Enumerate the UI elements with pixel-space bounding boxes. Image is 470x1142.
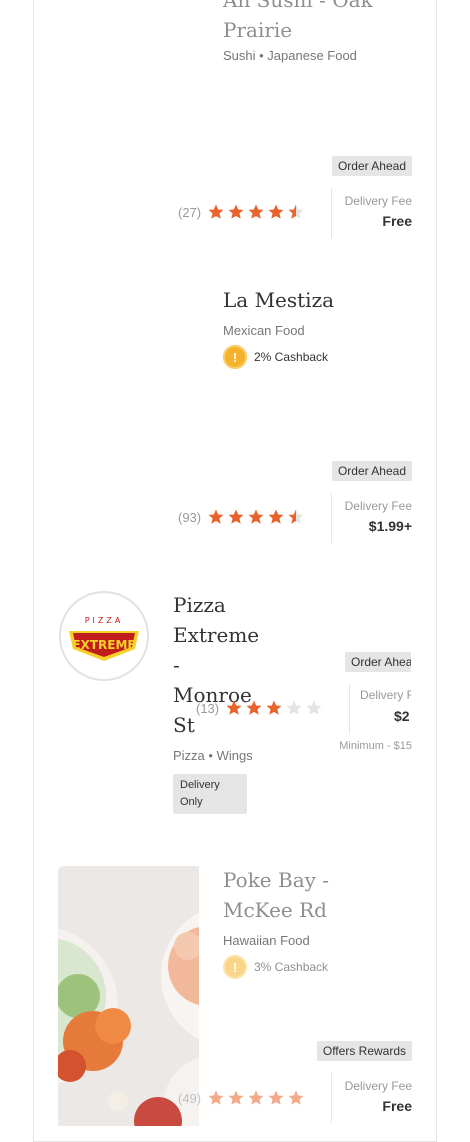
star-icon: [227, 1089, 245, 1107]
restaurant-name[interactable]: Pizza Extreme - Monroe St: [173, 590, 259, 740]
rating-stars: [207, 203, 305, 221]
delivery-fee-value: $1.99+: [368, 518, 412, 534]
restaurant-category: Hawaiian Food: [223, 933, 310, 948]
divider: [331, 188, 332, 238]
restaurant-card[interactable]: Poke Bay - McKee Rd Hawaiian Food ! 3% C…: [33, 841, 437, 1142]
star-icon: [247, 1089, 265, 1107]
star-icon: [267, 203, 285, 221]
delivery-fee-value: Free: [382, 213, 412, 229]
order-ahead-tag: Order Ahead: [331, 461, 412, 481]
star-icon: [245, 699, 263, 717]
minimum-order: Minimum - $15: [339, 740, 412, 752]
rating-count: (27): [178, 205, 202, 220]
star-icon: [227, 508, 245, 526]
rating-count: (49): [178, 1091, 202, 1106]
delivery-fee-label: Delivery Fee: [344, 499, 412, 513]
star-icon: [227, 203, 245, 221]
delivery-only-badge: Delivery Only: [173, 774, 247, 814]
order-ahead-tag: Order Ahead: [345, 652, 411, 672]
svg-text:EXTREME: EXTREME: [72, 638, 135, 652]
star-icon: [207, 203, 225, 221]
rating-stars: [207, 1089, 305, 1107]
cashback: ! 2% Cashback: [223, 345, 328, 369]
star-icon: [287, 508, 305, 526]
star-icon: [247, 508, 265, 526]
rating-stars: [225, 699, 323, 717]
restaurant-photo: [58, 866, 199, 1126]
pizza-extreme-logo-icon: PIZZA EXTREME: [64, 596, 144, 676]
cashback-coin-icon: !: [223, 955, 247, 979]
star-icon: [247, 203, 265, 221]
offers-rewards-tag: Offers Rewards: [316, 1041, 412, 1061]
delivery-fee-value: $2: [394, 708, 410, 724]
cashback-label: 2% Cashback: [254, 350, 329, 364]
restaurant-logo: PIZZA EXTREME: [59, 591, 149, 681]
delivery-fee-label: Delivery Fee: [344, 194, 412, 208]
order-ahead-clip: Order Ahead: [345, 652, 411, 676]
star-icon: [207, 1089, 225, 1107]
delivery-fee-label: Delivery Fee: [360, 688, 411, 702]
rating-stars: [207, 508, 305, 526]
star-icon: [225, 699, 243, 717]
svg-text:PIZZA: PIZZA: [85, 616, 124, 625]
restaurant-name[interactable]: Ah Sushi - Oak Prairie: [223, 0, 373, 45]
restaurant-category: Pizza • Wings: [173, 748, 253, 763]
star-icon: [285, 699, 303, 717]
restaurant-card[interactable]: PIZZA EXTREME Pizza Extreme - Monroe St …: [33, 566, 437, 842]
divider: [331, 493, 332, 543]
poke-bowl-image: [58, 866, 199, 1126]
rating-count: (93): [178, 510, 202, 525]
restaurant-category: Sushi • Japanese Food: [223, 48, 357, 63]
divider: [349, 684, 350, 734]
restaurant-card[interactable]: Ah Sushi - Oak Prairie Sushi • Japanese …: [33, 0, 437, 262]
star-icon: [207, 508, 225, 526]
delivery-fee-clip: Delivery Fee $2: [360, 688, 411, 732]
divider: [331, 1073, 332, 1123]
restaurant-card[interactable]: La Mestiza Mexican Food ! 2% Cashback Or…: [33, 261, 437, 567]
star-icon: [267, 508, 285, 526]
restaurant-name[interactable]: La Mestiza: [223, 285, 334, 315]
star-icon: [267, 1089, 285, 1107]
restaurant-category: Mexican Food: [223, 323, 305, 338]
star-icon: [287, 1089, 305, 1107]
star-icon: [265, 699, 283, 717]
star-icon: [287, 203, 305, 221]
star-icon: [305, 699, 323, 717]
delivery-fee-value: Free: [382, 1098, 412, 1114]
restaurant-name[interactable]: Poke Bay - McKee Rd: [223, 865, 329, 925]
cashback-coin-icon: !: [223, 345, 247, 369]
delivery-fee-label: Delivery Fee: [344, 1079, 412, 1093]
order-ahead-tag: Order Ahead: [331, 156, 412, 176]
cashback-label: 3% Cashback: [254, 960, 329, 974]
rating-count: (13): [196, 701, 220, 716]
cashback: ! 3% Cashback: [223, 955, 328, 979]
